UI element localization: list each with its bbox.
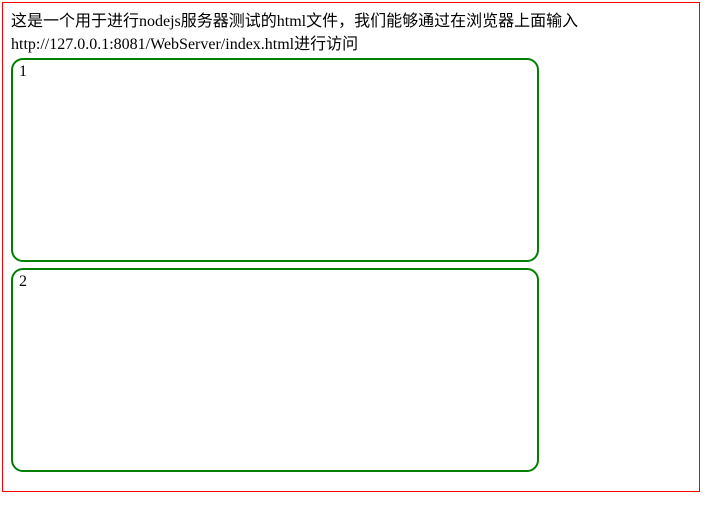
green-box-1: 1 [11, 58, 539, 262]
outer-container: 这是一个用于进行nodejs服务器测试的html文件，我们能够通过在浏览器上面输… [2, 2, 700, 492]
description-text: 这是一个用于进行nodejs服务器测试的html文件，我们能够通过在浏览器上面输… [3, 10, 699, 56]
description-line-1: 这是一个用于进行nodejs服务器测试的html文件，我们能够通过在浏览器上面输… [11, 13, 578, 30]
green-box-2: 2 [11, 268, 539, 472]
box-1-label: 1 [19, 63, 27, 80]
description-line-2: http://127.0.0.1:8081/WebServer/index.ht… [11, 36, 358, 53]
box-2-label: 2 [19, 273, 27, 290]
